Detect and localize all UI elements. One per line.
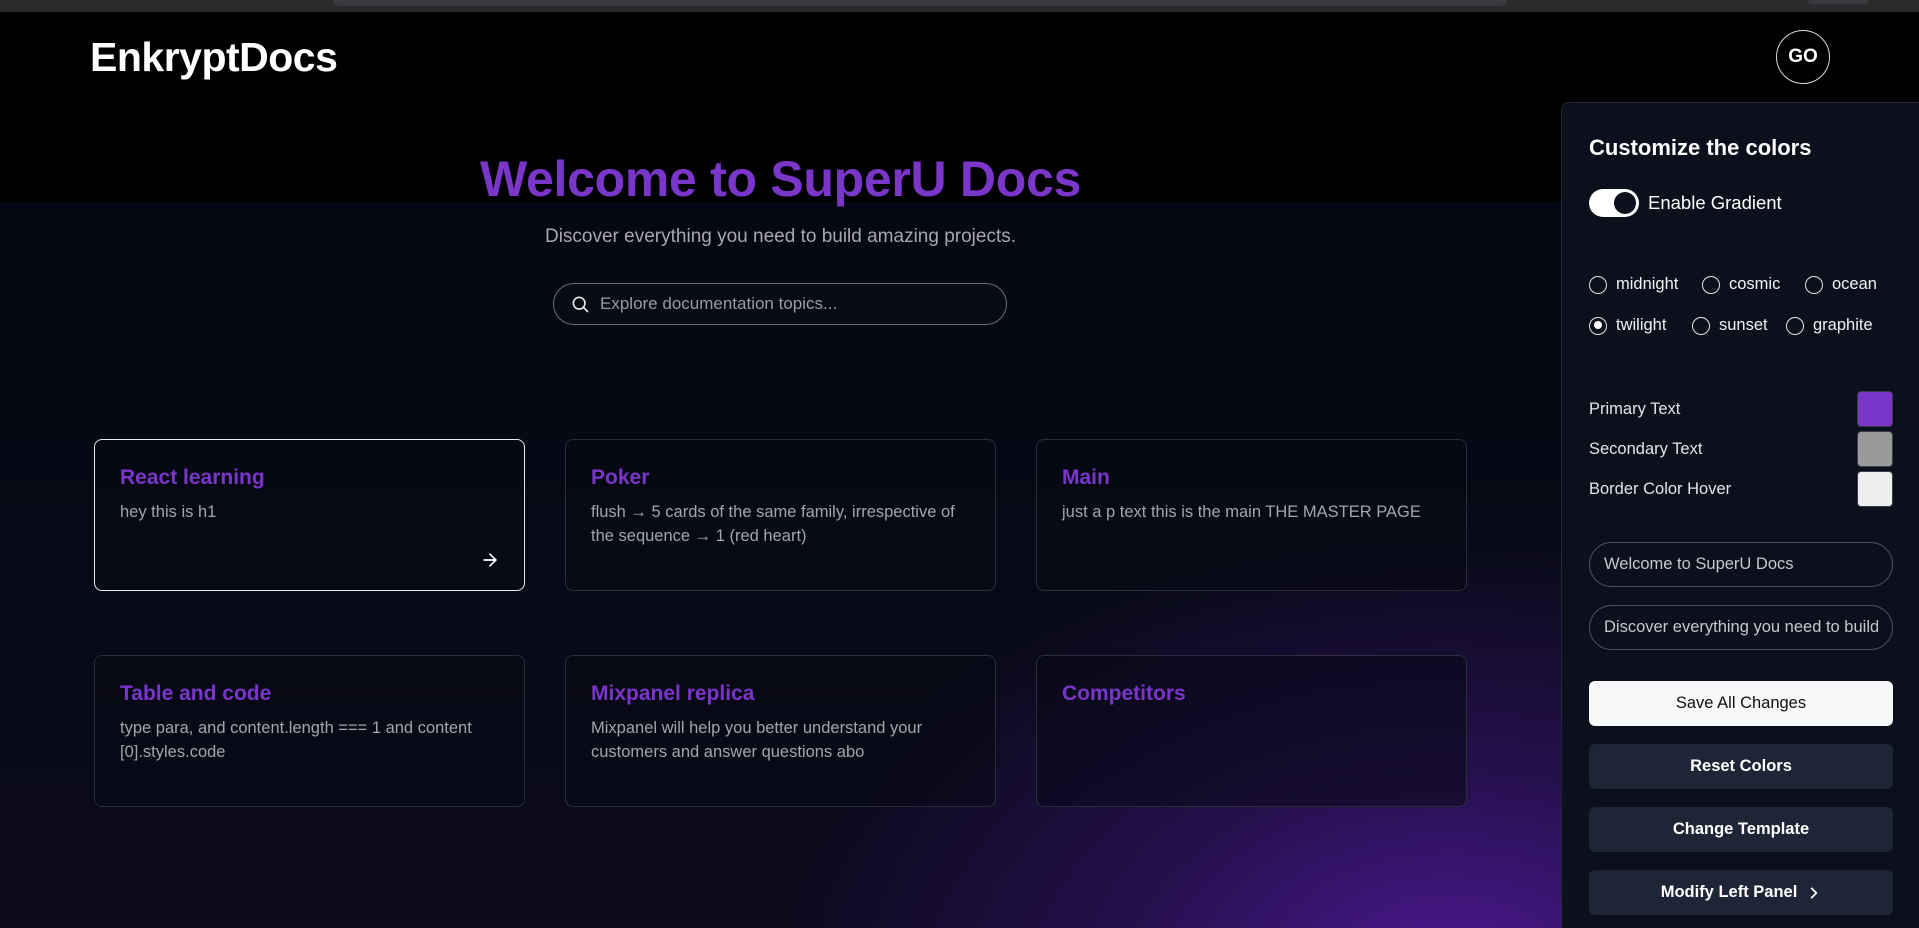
browser-top-strip [0, 0, 1919, 12]
card-title: Table and code [120, 682, 272, 705]
card-text: type para, and content.length === 1 and … [120, 719, 472, 761]
radio-label: cosmic [1729, 275, 1781, 293]
color-swatch-secondary[interactable] [1857, 431, 1893, 467]
doc-card-table-and-code[interactable]: Table and code type para, and content.le… [94, 655, 525, 807]
radio-icon[interactable] [1805, 275, 1823, 294]
color-row-border-hover: Border Color Hover [1589, 471, 1893, 507]
browser-address-bar [333, 0, 1507, 6]
radio-label: sunset [1719, 316, 1768, 334]
color-swatch-primary[interactable] [1857, 391, 1893, 427]
gradient-toggle[interactable] [1589, 189, 1639, 217]
browser-toolbar-button [1808, 0, 1868, 4]
doc-card-competitors[interactable]: Competitors [1036, 655, 1467, 807]
color-label: Border Color Hover [1589, 479, 1732, 498]
color-swatch-border-hover[interactable] [1857, 471, 1893, 507]
change-template-button[interactable]: Change Template [1589, 807, 1893, 852]
theme-radio-group: midnight cosmic ocean twilight sunset gr… [1589, 264, 1909, 346]
radio-icon[interactable] [1786, 316, 1804, 335]
card-title: Mixpanel replica [591, 682, 755, 705]
search-icon [572, 296, 589, 313]
color-row-primary-text: Primary Text [1589, 391, 1893, 427]
theme-radio-cosmic[interactable]: cosmic [1702, 275, 1805, 294]
card-text: hey this is h1 [120, 503, 217, 521]
doc-card-main[interactable]: Main just a p text this is the main THE … [1036, 439, 1467, 591]
search-box[interactable] [553, 283, 1007, 325]
gradient-toggle-label: Enable Gradient [1648, 192, 1782, 213]
radio-label: ocean [1832, 275, 1877, 293]
panel-title: Customize the colors [1589, 135, 1812, 160]
doc-card-react-learning[interactable]: React learning hey this is h1 [94, 439, 525, 591]
theme-radio-twilight[interactable]: twilight [1589, 316, 1692, 335]
doc-card-poker[interactable]: Poker flush → 5 cards of the same family… [565, 439, 996, 591]
chevron-right-icon [1811, 886, 1818, 899]
customize-panel: Customize the colors Enable Gradient mid… [1561, 102, 1919, 928]
radio-label: twilight [1616, 316, 1667, 334]
save-all-changes-button[interactable]: Save All Changes [1589, 681, 1893, 726]
card-title: Competitors [1062, 682, 1186, 705]
modify-left-panel-button[interactable]: Modify Left Panel [1589, 870, 1893, 915]
card-text: flush → 5 cards of the same family, irre… [591, 503, 955, 545]
search-input[interactable] [600, 294, 990, 314]
color-label: Secondary Text [1589, 439, 1703, 458]
card-text: Mixpanel will help you better understand… [591, 719, 923, 761]
card-title: React learning [120, 466, 265, 489]
gradient-toggle-row[interactable]: Enable Gradient [1589, 189, 1782, 217]
card-title: Poker [591, 466, 650, 489]
card-title: Main [1062, 466, 1110, 489]
theme-radio-graphite[interactable]: graphite [1786, 316, 1873, 335]
hero-title: Welcome to SuperU Docs [480, 151, 1081, 207]
card-text: just a p text this is the main THE MASTE… [1062, 503, 1421, 521]
color-label: Primary Text [1589, 399, 1681, 418]
theme-radio-sunset[interactable]: sunset [1692, 316, 1786, 335]
hero-title-input[interactable] [1589, 542, 1893, 587]
theme-radio-ocean[interactable]: ocean [1805, 275, 1877, 294]
radio-icon[interactable] [1589, 275, 1607, 294]
arrow-right-icon[interactable] [480, 550, 500, 570]
hero-subtitle: Discover everything you need to build am… [544, 226, 1017, 247]
reset-colors-button[interactable]: Reset Colors [1589, 744, 1893, 789]
radio-icon[interactable] [1702, 275, 1720, 294]
radio-label: midnight [1616, 275, 1679, 293]
radio-icon[interactable] [1692, 316, 1710, 335]
radio-checked-icon[interactable] [1589, 316, 1607, 335]
app-logo[interactable]: EnkryptDocs [90, 34, 338, 81]
button-label: Modify Left Panel [1660, 883, 1798, 901]
hero-subtitle-input[interactable] [1589, 605, 1893, 650]
user-avatar[interactable]: GO [1776, 30, 1830, 84]
theme-radio-midnight[interactable]: midnight [1589, 275, 1702, 294]
radio-label: graphite [1813, 316, 1873, 334]
doc-card-mixpanel-replica[interactable]: Mixpanel replica Mixpanel will help you … [565, 655, 996, 807]
color-row-secondary-text: Secondary Text [1589, 431, 1893, 467]
